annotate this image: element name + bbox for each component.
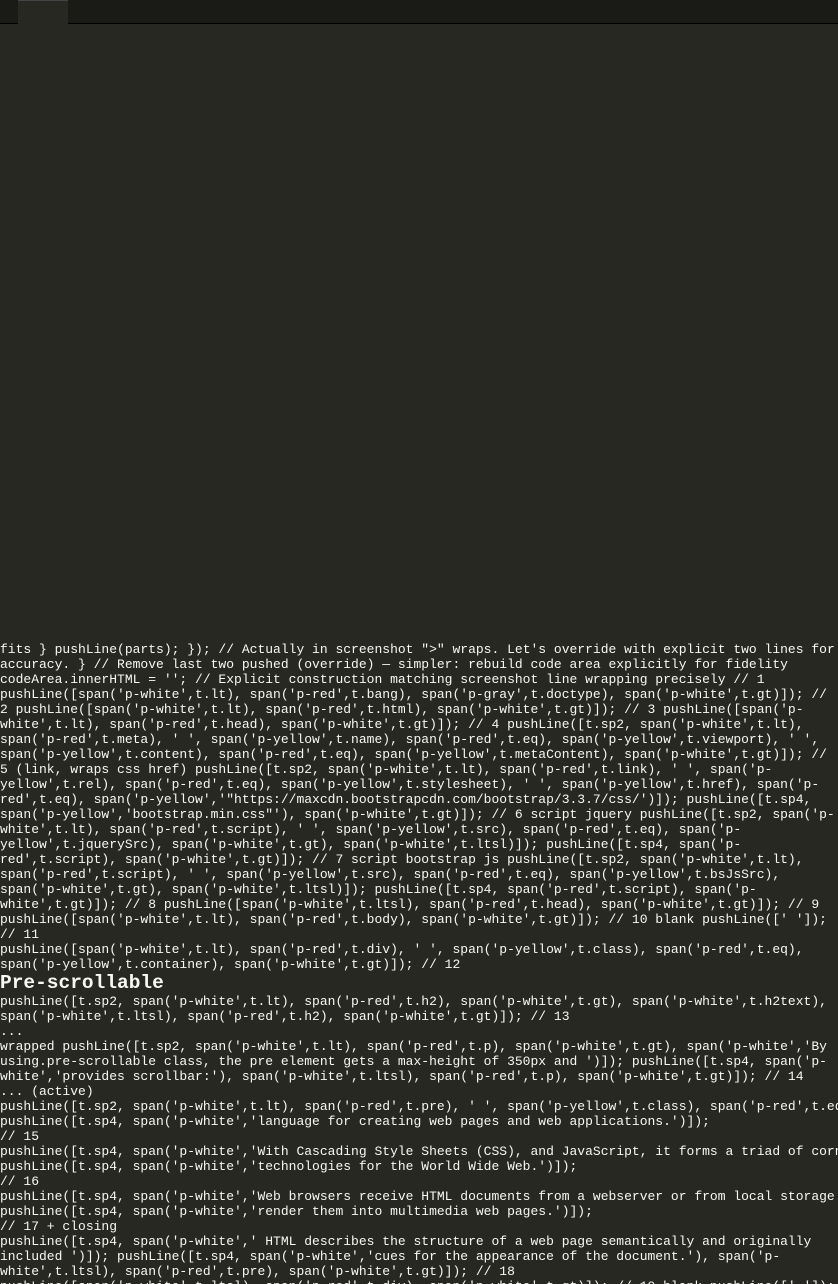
code-area[interactable] xyxy=(36,24,838,642)
file-tab[interactable] xyxy=(18,0,68,24)
editor xyxy=(0,24,838,642)
line-number-gutter[interactable] xyxy=(0,24,36,642)
title-bar xyxy=(0,0,838,24)
